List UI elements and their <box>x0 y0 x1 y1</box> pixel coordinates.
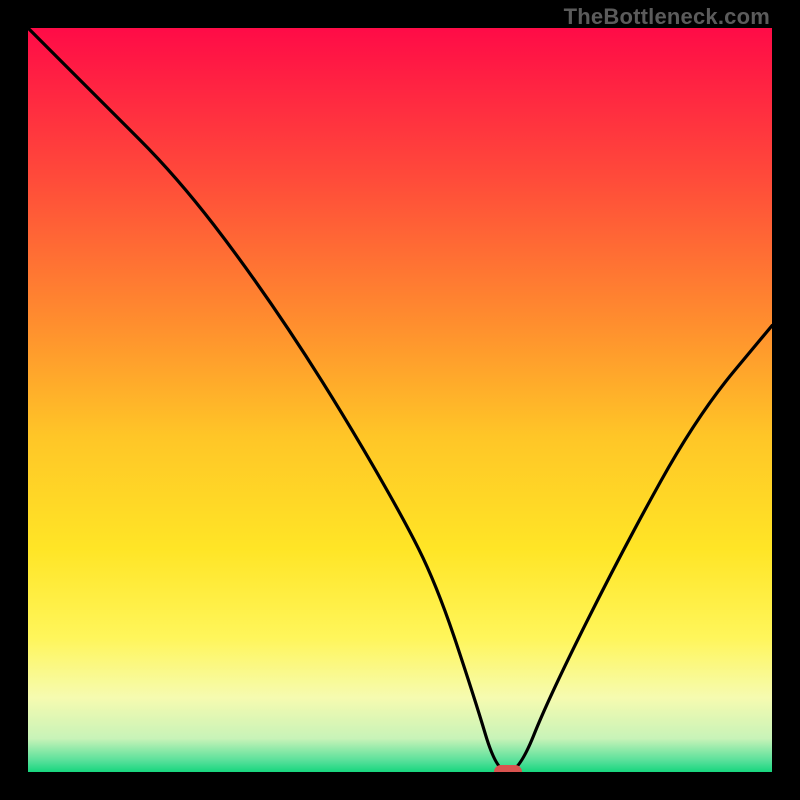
watermark-text: TheBottleneck.com <box>564 4 770 30</box>
chart-frame: TheBottleneck.com <box>0 0 800 800</box>
optimal-marker <box>494 765 522 772</box>
bottleneck-curve <box>28 28 772 772</box>
plot-area <box>28 28 772 772</box>
curve-path <box>28 28 772 772</box>
